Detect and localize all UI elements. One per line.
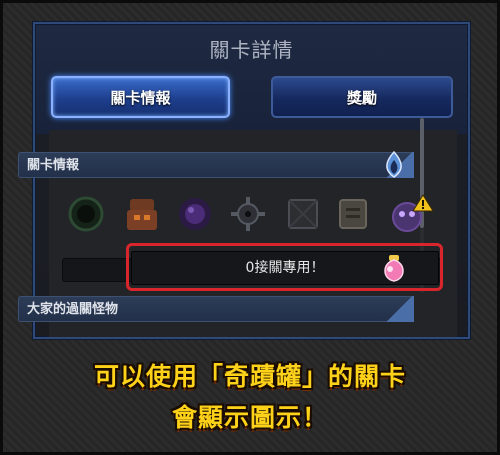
cleared-monsters-header[interactable]: 大家的過關怪物	[18, 296, 414, 322]
stage-info-header: 關卡情報	[18, 152, 414, 178]
fire-golem-icon	[127, 199, 157, 230]
dark-vortex-icon	[68, 196, 104, 232]
tab-rewards[interactable]: 獎勵	[271, 76, 453, 118]
warning-boss-icon	[392, 194, 434, 232]
spiked-gear-icon	[231, 197, 265, 231]
block-icon	[288, 199, 318, 229]
caption-line-2: 會顯示圖示！	[171, 403, 328, 432]
dark-orb-icon	[179, 198, 211, 230]
highlight-box	[126, 243, 443, 291]
caption-line-1: 可以使用「奇蹟罐」的關卡	[93, 362, 406, 391]
stage-detail-panel: 關卡詳情 關卡情報 獎勵	[33, 22, 470, 339]
tab-stage-info[interactable]: 關卡情報	[51, 76, 230, 118]
stage-info-label: 關卡情報	[27, 158, 80, 173]
element-flame-icon	[386, 150, 402, 178]
stone-tablet-icon	[339, 199, 367, 229]
page-title: 關卡詳情	[209, 38, 294, 62]
cleared-monsters-label: 大家的過關怪物	[27, 302, 119, 317]
